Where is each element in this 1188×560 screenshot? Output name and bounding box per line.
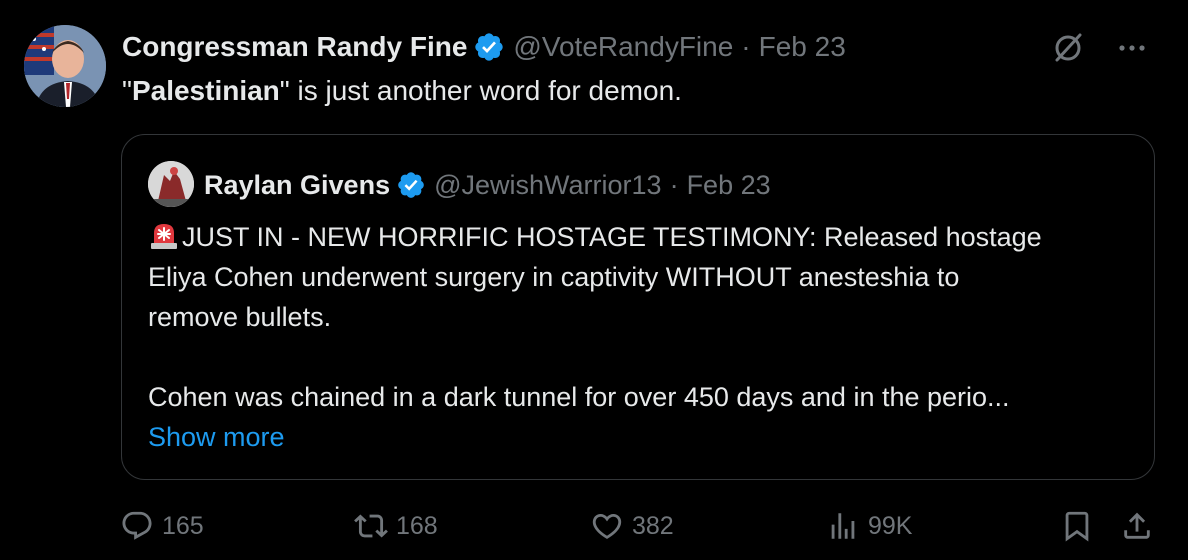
share-button[interactable] [1120, 504, 1154, 548]
grok-slash-icon [1055, 33, 1082, 62]
separator-dot: · [741, 31, 751, 62]
tweet-top-actions [1050, 30, 1150, 66]
verified-badge-icon[interactable] [396, 170, 426, 200]
quoted-avatar-image [148, 161, 194, 207]
author-avatar[interactable] [24, 25, 106, 107]
like-icon [592, 513, 622, 539]
like-button[interactable]: 382 [590, 504, 674, 548]
bookmark-button[interactable] [1060, 504, 1094, 548]
verified-badge-icon[interactable] [473, 31, 505, 63]
reply-count: 165 [162, 511, 204, 540]
tweet-header: Congressman Randy Fine @VoteRandyFine · … [122, 28, 846, 66]
quoted-author-handle[interactable]: @JewishWarrior13 [434, 170, 661, 201]
repost-button[interactable]: 168 [354, 504, 438, 548]
quoted-author-name[interactable]: Raylan Givens [204, 170, 390, 201]
quoted-date[interactable]: Feb 23 [687, 170, 771, 201]
quoted-line-1: JUST IN - NEW HORRIFIC HOSTAGE TESTIMONY… [182, 222, 1042, 252]
reply-button[interactable]: 165 [120, 504, 204, 548]
views-count: 99K [868, 511, 913, 540]
tweet-text: "Palestinian" is just another word for d… [122, 72, 682, 110]
repost-count: 168 [396, 511, 438, 540]
tweet-text-rest: " is just another word for demon. [279, 75, 682, 106]
quoted-line-2: Eliya Cohen underwent surgery in captivi… [148, 262, 960, 292]
tweet-date[interactable]: Feb 23 [759, 31, 846, 63]
views-icon [831, 513, 855, 539]
siren-emoji-icon [151, 224, 177, 249]
quoted-text: JUST IN - NEW HORRIFIC HOSTAGE TESTIMONY… [148, 217, 1138, 417]
avatar-image [24, 25, 106, 107]
more-icon [1119, 45, 1145, 51]
action-bar: 165 168 382 99K [120, 504, 1160, 548]
grok-button[interactable] [1050, 30, 1086, 66]
quoted-header: Raylan Givens @JewishWarrior13 · Feb 23 [204, 165, 771, 205]
quoted-line-4: Cohen was chained in a dark tunnel for o… [148, 382, 1010, 412]
like-count: 382 [632, 511, 674, 540]
tweet-text-bold: Palestinian [131, 75, 280, 106]
quoted-tweet[interactable]: Raylan Givens @JewishWarrior13 · Feb 23 … [121, 134, 1155, 480]
separator-dot: · [669, 169, 679, 200]
share-icon [1124, 512, 1150, 539]
tweet-text-quote-open: " [122, 75, 132, 106]
quoted-text-line: JUST IN - NEW HORRIFIC HOSTAGE TESTIMONY… [148, 217, 1138, 257]
author-handle[interactable]: @VoteRandyFine [513, 31, 733, 63]
repost-icon [354, 514, 388, 538]
quoted-line-3: remove bullets. [148, 302, 332, 332]
quoted-author-avatar[interactable] [148, 161, 194, 207]
bookmark-icon [1065, 511, 1089, 542]
reply-icon [122, 511, 152, 540]
views-button[interactable]: 99K [826, 504, 912, 548]
author-name[interactable]: Congressman Randy Fine [122, 31, 467, 63]
more-button[interactable] [1114, 30, 1150, 66]
show-more-link[interactable]: Show more [148, 417, 285, 457]
